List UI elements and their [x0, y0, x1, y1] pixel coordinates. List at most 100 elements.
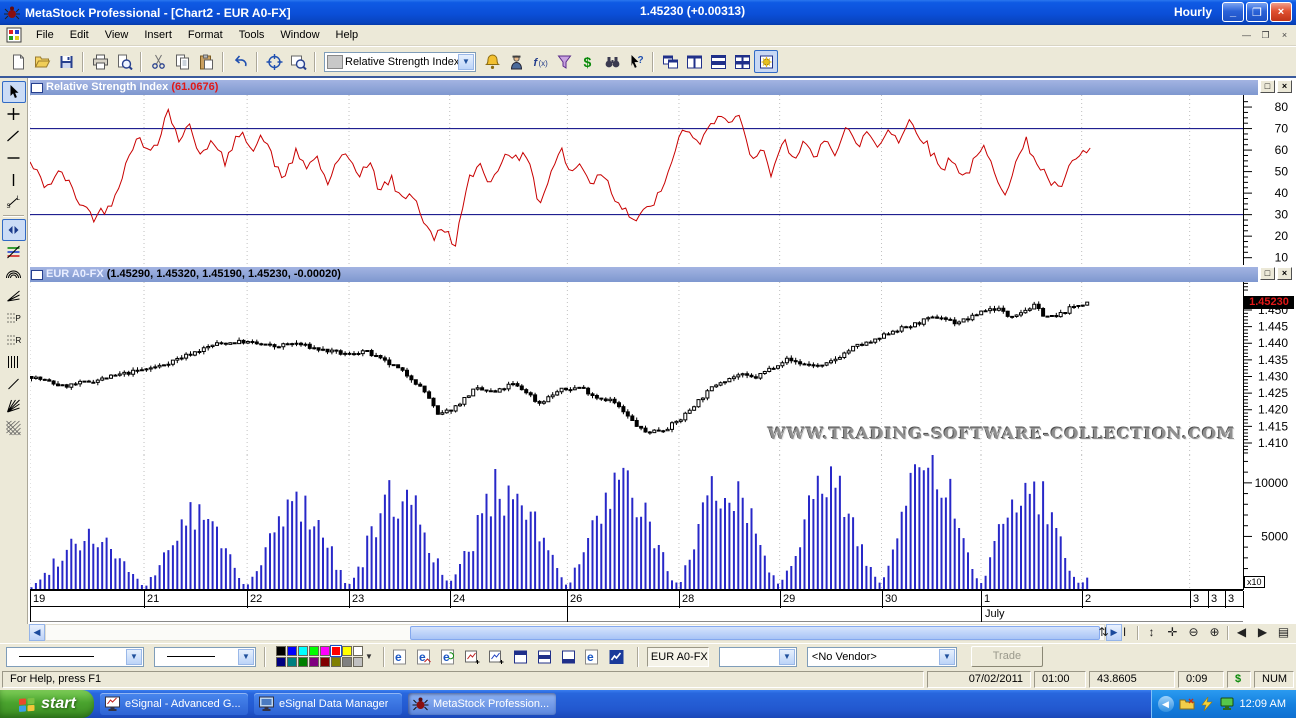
export-chart-icon[interactable]: [461, 646, 485, 668]
crosshair-icon[interactable]: [262, 50, 286, 73]
explorer-icon[interactable]: [552, 50, 576, 73]
rsi-pane-header[interactable]: Relative Strength Index (61.0676): [30, 80, 1258, 95]
import-chart-icon[interactable]: [485, 646, 509, 668]
taskbar-task[interactable]: MetaStock Profession...: [408, 693, 556, 715]
gann-grid-tool[interactable]: [2, 417, 26, 439]
vertical-scale-icon[interactable]: ↕: [1141, 624, 1162, 641]
color-swatch[interactable]: [331, 657, 341, 667]
color-palette-dropdown[interactable]: ▼: [365, 652, 373, 661]
tile-vertical-icon[interactable]: [682, 50, 706, 73]
chevron-down-icon[interactable]: ▼: [939, 649, 955, 665]
taskbar-task[interactable]: eSignal - Advanced G...: [100, 693, 248, 715]
esignal-chart-icon[interactable]: e: [413, 646, 437, 668]
start-button[interactable]: start: [0, 690, 94, 718]
color-swatch[interactable]: [353, 657, 363, 667]
zoom-window-icon[interactable]: [286, 50, 310, 73]
chevron-down-icon[interactable]: ▼: [238, 649, 254, 665]
mdi-restore-button[interactable]: ❐: [1257, 28, 1274, 43]
expert-advisor-icon[interactable]: [504, 50, 528, 73]
projection-p-tool[interactable]: P: [2, 307, 26, 329]
price-maximize-button[interactable]: □: [1260, 267, 1275, 280]
color-swatch[interactable]: [331, 646, 341, 656]
color-swatch[interactable]: [287, 646, 297, 656]
line-style-dropdown[interactable]: ▼: [6, 647, 144, 667]
paste-icon[interactable]: [194, 50, 218, 73]
window-bottom-icon[interactable]: [557, 646, 581, 668]
menu-view[interactable]: View: [97, 27, 137, 43]
next-chart-icon[interactable]: ▶: [1252, 624, 1273, 641]
time-zones-tool[interactable]: [2, 351, 26, 373]
projection-r-tool[interactable]: R: [2, 329, 26, 351]
color-swatch[interactable]: [353, 646, 363, 656]
gann-fan-tool[interactable]: [2, 395, 26, 417]
tile-horizontal-icon[interactable]: [706, 50, 730, 73]
scroll-left-button[interactable]: ◀: [29, 624, 45, 641]
tray-network-icon[interactable]: [1219, 697, 1235, 711]
chevron-down-icon[interactable]: ▼: [779, 649, 795, 665]
system-tester-icon[interactable]: $: [576, 50, 600, 73]
menu-window[interactable]: Window: [272, 27, 327, 43]
chevron-down-icon[interactable]: ▼: [458, 54, 474, 70]
rsi-chart[interactable]: 1020304050607080: [30, 95, 1296, 265]
mdi-minimize-button[interactable]: —: [1238, 28, 1255, 43]
alert-icon[interactable]: [480, 50, 504, 73]
price-pane-header[interactable]: EUR A0-FX (1.45290, 1.45320, 1.45190, 1.…: [30, 267, 1258, 282]
fibonacci-retracement-tool[interactable]: [2, 241, 26, 263]
chart-list-icon[interactable]: ▤: [1273, 624, 1294, 641]
color-swatch[interactable]: [298, 657, 308, 667]
undo-icon[interactable]: [228, 50, 252, 73]
stop-line-tool[interactable]: SL: [2, 191, 26, 213]
color-swatch[interactable]: [342, 646, 352, 656]
symbol-field[interactable]: EUR A0-FX: [647, 647, 709, 667]
menu-file[interactable]: File: [28, 27, 62, 43]
zoom-in-icon[interactable]: ⊕: [1204, 624, 1225, 641]
color-swatch[interactable]: [342, 657, 352, 667]
search-binoculars-icon[interactable]: [600, 50, 624, 73]
rsi-close-button[interactable]: ×: [1277, 80, 1292, 93]
chart-document-icon[interactable]: [6, 27, 22, 43]
tray-folder-icon[interactable]: [1179, 697, 1195, 711]
restore-button[interactable]: ❐: [1246, 2, 1268, 22]
chevron-down-icon[interactable]: ▼: [126, 649, 142, 665]
price-close-button[interactable]: ×: [1277, 267, 1292, 280]
crosshair-tool[interactable]: [2, 103, 26, 125]
volume-chart[interactable]: 500010000: [30, 455, 1296, 590]
scrollbar-track[interactable]: [45, 624, 1105, 641]
menu-tools[interactable]: Tools: [231, 27, 273, 43]
line-weight-dropdown[interactable]: ▼: [154, 647, 256, 667]
color-swatch[interactable]: [276, 646, 286, 656]
esignal-download-icon[interactable]: e: [389, 646, 413, 668]
tray-collapse-icon[interactable]: ◀: [1158, 696, 1174, 712]
close-button[interactable]: ×: [1270, 2, 1292, 22]
speed-line-tool[interactable]: [2, 373, 26, 395]
esignal-refresh-icon[interactable]: e: [437, 646, 461, 668]
symbol-dropdown[interactable]: ▼: [719, 647, 797, 667]
menu-help[interactable]: Help: [328, 27, 367, 43]
scroll-tool[interactable]: [2, 219, 26, 241]
menu-insert[interactable]: Insert: [136, 27, 180, 43]
rsi-maximize-button[interactable]: □: [1260, 80, 1275, 93]
cascade-windows-icon[interactable]: [658, 50, 682, 73]
color-swatch[interactable]: [309, 657, 319, 667]
refresh-icon[interactable]: ⇅: [1093, 624, 1114, 641]
zoom-out-icon[interactable]: ⊖: [1183, 624, 1204, 641]
context-help-icon[interactable]: ?: [624, 50, 648, 73]
vertical-line-tool[interactable]: [2, 169, 26, 191]
pointer-tool[interactable]: [2, 81, 26, 103]
trendline-tool[interactable]: [2, 125, 26, 147]
move-chart-icon[interactable]: ✛: [1162, 624, 1183, 641]
esignal-page-icon[interactable]: e: [581, 646, 605, 668]
color-swatch[interactable]: [287, 657, 297, 667]
scrollbar-thumb[interactable]: [410, 626, 1100, 640]
color-swatch[interactable]: [320, 646, 330, 656]
horizontal-line-tool[interactable]: [2, 147, 26, 169]
new-icon[interactable]: [6, 50, 30, 73]
print-preview-icon[interactable]: [112, 50, 136, 73]
color-swatch[interactable]: [298, 646, 308, 656]
open-icon[interactable]: [30, 50, 54, 73]
mdi-close-button[interactable]: ×: [1276, 28, 1293, 43]
vendor-dropdown[interactable]: <No Vendor> ▼: [807, 647, 957, 667]
color-swatch[interactable]: [276, 657, 286, 667]
print-icon[interactable]: [88, 50, 112, 73]
tray-lightning-icon[interactable]: [1200, 697, 1214, 711]
